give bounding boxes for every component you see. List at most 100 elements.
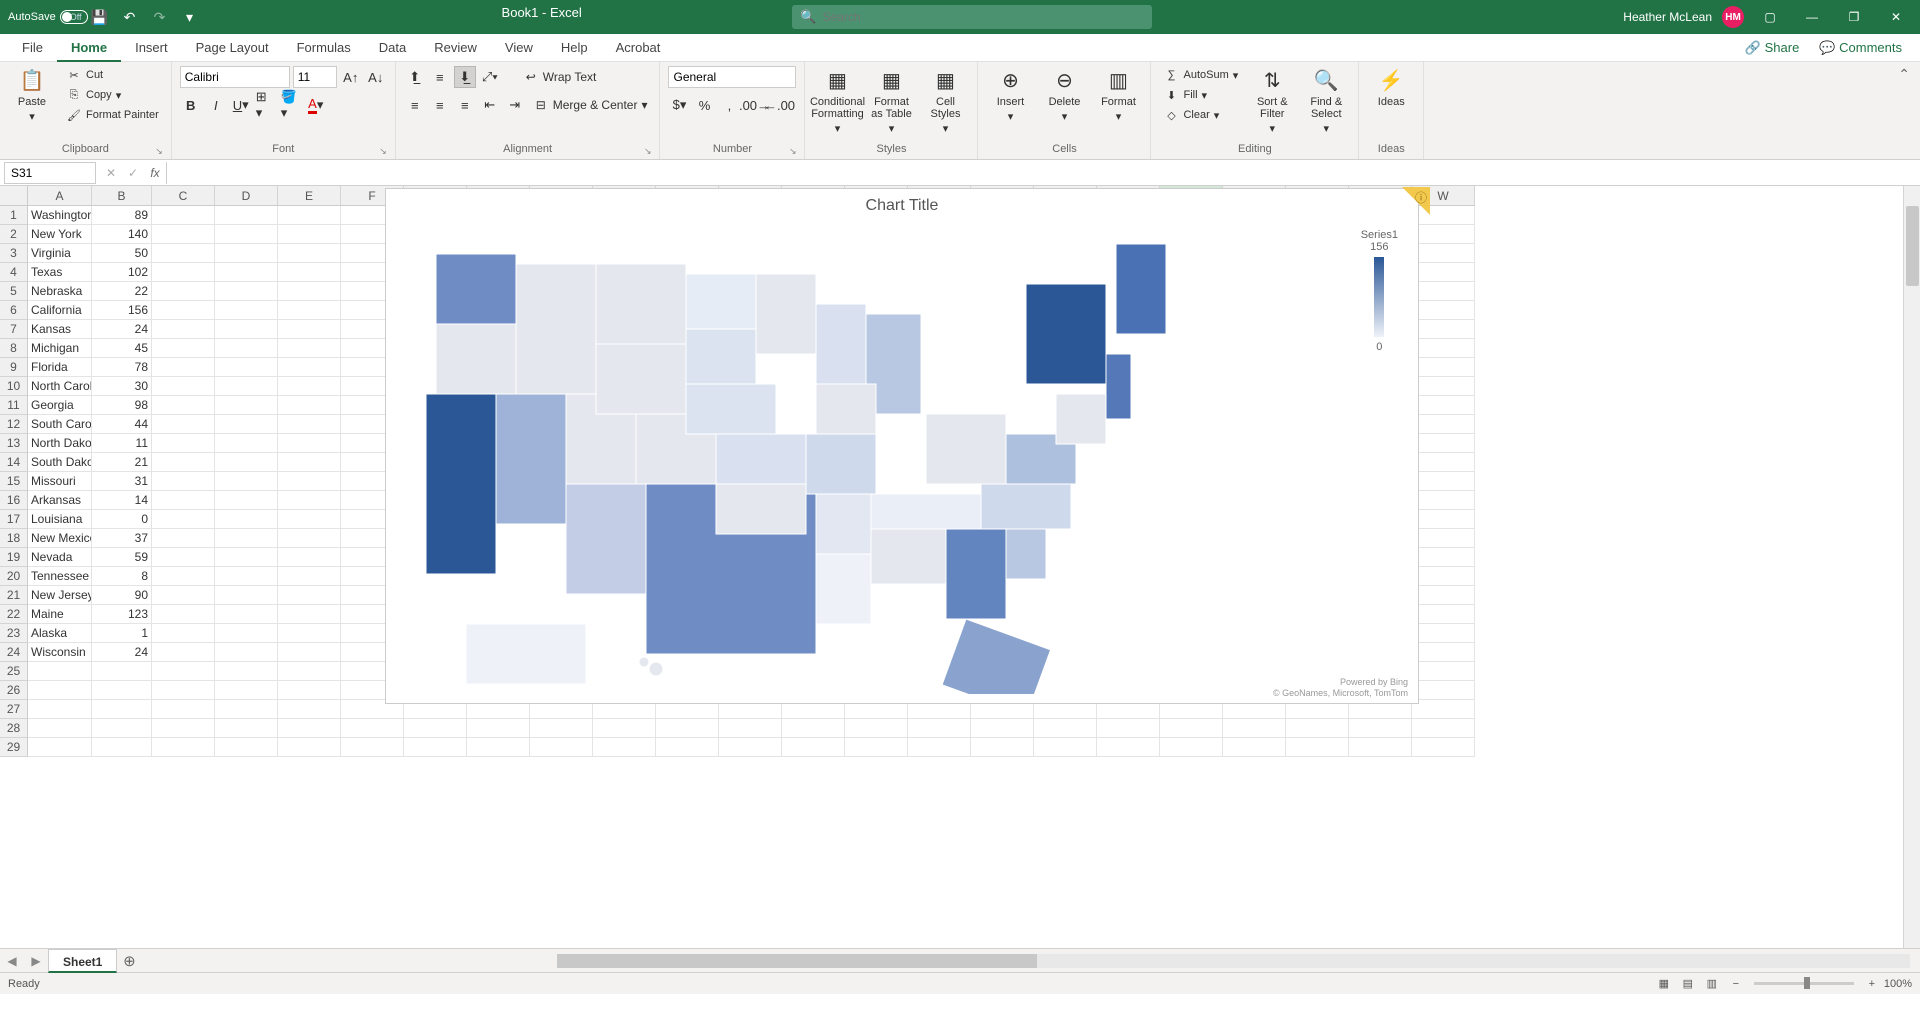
cell-C6[interactable] (152, 301, 215, 320)
cell-M29[interactable] (782, 738, 845, 757)
cell-B4[interactable]: 102 (92, 263, 152, 282)
clipboard-launcher-icon[interactable]: ↘ (155, 146, 163, 157)
share-button[interactable]: 🔗 Share (1735, 40, 1810, 56)
row-header-7[interactable]: 7 (0, 320, 28, 339)
next-sheet-icon[interactable]: ▶ (24, 954, 48, 968)
cell-W2[interactable] (1412, 225, 1475, 244)
cell-E26[interactable] (278, 681, 341, 700)
row-header-25[interactable]: 25 (0, 662, 28, 681)
cell-C3[interactable] (152, 244, 215, 263)
cell-C24[interactable] (152, 643, 215, 662)
chart-info-icon[interactable] (1402, 187, 1430, 215)
page-break-view-icon[interactable]: ▥ (1700, 975, 1724, 993)
cell-A17[interactable]: Louisiana (28, 510, 92, 529)
cell-E3[interactable] (278, 244, 341, 263)
row-header-18[interactable]: 18 (0, 529, 28, 548)
orientation-icon[interactable]: ⤢▾ (479, 66, 501, 88)
cell-W20[interactable] (1412, 567, 1475, 586)
cell-E11[interactable] (278, 396, 341, 415)
cell-A18[interactable]: New Mexico (28, 529, 92, 548)
row-header-8[interactable]: 8 (0, 339, 28, 358)
cell-A26[interactable] (28, 681, 92, 700)
row-header-23[interactable]: 23 (0, 624, 28, 643)
cell-D29[interactable] (215, 738, 278, 757)
cell-I29[interactable] (530, 738, 593, 757)
decrease-font-icon[interactable]: A↓ (365, 66, 387, 88)
cell-D21[interactable] (215, 586, 278, 605)
cell-B1[interactable]: 89 (92, 206, 152, 225)
cell-W12[interactable] (1412, 415, 1475, 434)
increase-font-icon[interactable]: A↑ (340, 66, 362, 88)
row-header-17[interactable]: 17 (0, 510, 28, 529)
sheet-tab-sheet1[interactable]: Sheet1 (48, 949, 117, 973)
number-format-select[interactable] (668, 66, 796, 88)
cell-B29[interactable] (92, 738, 152, 757)
cell-A11[interactable]: Georgia (28, 396, 92, 415)
cell-W8[interactable] (1412, 339, 1475, 358)
cell-J29[interactable] (593, 738, 656, 757)
col-header-D[interactable]: D (215, 186, 278, 206)
row-header-19[interactable]: 19 (0, 548, 28, 567)
prev-sheet-icon[interactable]: ◀ (0, 954, 24, 968)
cell-D4[interactable] (215, 263, 278, 282)
comma-format-icon[interactable]: , (718, 94, 740, 116)
cell-W25[interactable] (1412, 662, 1475, 681)
cell-A9[interactable]: Florida (28, 358, 92, 377)
row-header-6[interactable]: 6 (0, 301, 28, 320)
cell-W29[interactable] (1412, 738, 1475, 757)
chart-title[interactable]: Chart Title (386, 189, 1418, 215)
cell-E9[interactable] (278, 358, 341, 377)
cell-B24[interactable]: 24 (92, 643, 152, 662)
cell-styles-button[interactable]: ▦Cell Styles▾ (921, 66, 969, 135)
font-size-input[interactable] (293, 66, 337, 88)
cell-E1[interactable] (278, 206, 341, 225)
col-header-E[interactable]: E (278, 186, 341, 206)
cell-D14[interactable] (215, 453, 278, 472)
alignment-launcher-icon[interactable]: ↘ (644, 146, 652, 157)
vertical-scrollbar[interactable] (1903, 186, 1920, 948)
cell-F28[interactable] (341, 719, 404, 738)
cell-C8[interactable] (152, 339, 215, 358)
cell-A2[interactable]: New York (28, 225, 92, 244)
cell-D28[interactable] (215, 719, 278, 738)
cell-G29[interactable] (404, 738, 467, 757)
map-chart[interactable]: Chart Title Series1 156 0 (385, 188, 1419, 704)
underline-button[interactable]: U ▾ (230, 94, 252, 116)
cell-W13[interactable] (1412, 434, 1475, 453)
cell-A3[interactable]: Virginia (28, 244, 92, 263)
cell-D2[interactable] (215, 225, 278, 244)
cell-V29[interactable] (1349, 738, 1412, 757)
cell-D6[interactable] (215, 301, 278, 320)
sort-filter-button[interactable]: ⇅Sort & Filter▾ (1248, 66, 1296, 135)
cell-W10[interactable] (1412, 377, 1475, 396)
row-header-28[interactable]: 28 (0, 719, 28, 738)
row-header-3[interactable]: 3 (0, 244, 28, 263)
cell-E15[interactable] (278, 472, 341, 491)
cell-E18[interactable] (278, 529, 341, 548)
cell-N28[interactable] (845, 719, 908, 738)
cell-B25[interactable] (92, 662, 152, 681)
cell-W27[interactable] (1412, 700, 1475, 719)
conditional-formatting-button[interactable]: ▦Conditional Formatting▾ (813, 66, 861, 135)
align-bottom-icon[interactable]: ⬇̲ (454, 66, 476, 88)
cell-B12[interactable]: 44 (92, 415, 152, 434)
align-top-icon[interactable]: ⬆̲ (404, 66, 426, 88)
cell-R29[interactable] (1097, 738, 1160, 757)
cell-E2[interactable] (278, 225, 341, 244)
cell-B13[interactable]: 11 (92, 434, 152, 453)
cell-A6[interactable]: California (28, 301, 92, 320)
cell-B20[interactable]: 8 (92, 567, 152, 586)
cell-E21[interactable] (278, 586, 341, 605)
formula-input[interactable] (166, 162, 1920, 184)
cell-D18[interactable] (215, 529, 278, 548)
cell-U29[interactable] (1286, 738, 1349, 757)
comments-button[interactable]: 💬 Comments (1809, 40, 1912, 56)
cell-D17[interactable] (215, 510, 278, 529)
search-input[interactable] (823, 10, 1145, 24)
worksheet-grid[interactable]: ABCDEFGHIJKLMNOPQRSTUVW 1234567891011121… (0, 186, 1920, 948)
cell-D26[interactable] (215, 681, 278, 700)
cell-B16[interactable]: 14 (92, 491, 152, 510)
cell-B2[interactable]: 140 (92, 225, 152, 244)
cell-D20[interactable] (215, 567, 278, 586)
cell-W15[interactable] (1412, 472, 1475, 491)
